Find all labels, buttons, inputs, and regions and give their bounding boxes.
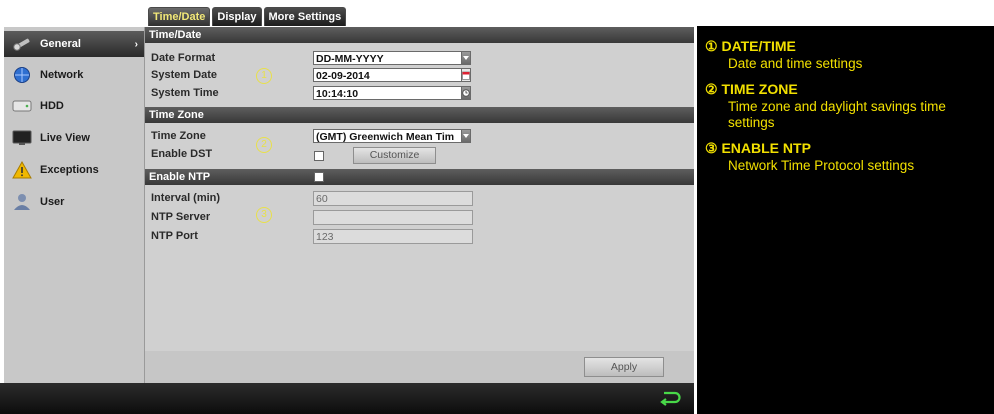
time-zone-select[interactable]: (GMT) Greenwich Mean Tim xyxy=(313,129,471,143)
section-header-time-date: Time/Date xyxy=(145,27,694,43)
customize-button[interactable]: Customize xyxy=(353,147,436,164)
enable-dst-checkbox[interactable] xyxy=(314,151,324,161)
tab-more-settings[interactable]: More Settings xyxy=(263,7,347,26)
legend-item-2-title: ② TIME ZONE xyxy=(705,81,798,97)
apply-button[interactable]: Apply xyxy=(584,357,664,377)
section-header-time-zone: Time Zone xyxy=(145,107,694,123)
time-zone-label: Time Zone xyxy=(151,130,206,142)
section-header-enable-ntp: Enable NTP xyxy=(145,169,694,185)
chevron-right-icon: › xyxy=(134,38,138,50)
wrench-icon xyxy=(12,35,32,53)
sidebar-item-user[interactable]: User xyxy=(4,189,144,215)
clock-icon[interactable] xyxy=(461,86,471,100)
sidebar-item-label: HDD xyxy=(40,100,64,112)
legend-item-3-desc: Network Time Protocol settings xyxy=(728,158,915,173)
sidebar-item-network[interactable]: Network xyxy=(4,62,144,88)
sidebar-item-hdd[interactable]: HDD xyxy=(4,93,144,119)
sidebar-item-exceptions[interactable]: Exceptions xyxy=(4,157,144,183)
settings-panel: Time/Date Date Format DD-MM-YYYY 1 Syste… xyxy=(145,27,694,383)
date-format-label: Date Format xyxy=(151,52,216,64)
chevron-down-icon[interactable] xyxy=(461,129,471,143)
ntp-port-field[interactable]: 123 xyxy=(313,229,473,244)
dvr-settings-window: Time/Date Display More Settings General … xyxy=(0,0,694,414)
system-date-label: System Date xyxy=(151,69,218,81)
interval-field[interactable]: 60 xyxy=(313,191,473,206)
tab-time-date[interactable]: Time/Date xyxy=(148,7,211,26)
system-date-field[interactable]: 02-09-2014 xyxy=(313,68,471,82)
tab-display[interactable]: Display xyxy=(212,7,262,26)
legend-item-1-desc: Date and time settings xyxy=(728,56,863,71)
ntp-server-label: NTP Server xyxy=(151,211,211,223)
button-bar: Apply xyxy=(145,351,694,383)
sidebar-item-label: User xyxy=(40,196,65,208)
legend-item-3-title: ③ ENABLE NTP xyxy=(705,140,811,156)
user-icon xyxy=(12,193,32,211)
sidebar-item-label: Network xyxy=(40,69,84,81)
status-bar xyxy=(0,383,694,414)
callout-marker-3: 3 xyxy=(256,207,272,223)
date-format-select[interactable]: DD-MM-YYYY xyxy=(313,51,471,65)
sidebar-item-label: General xyxy=(40,38,81,50)
legend-panel: ① DATE/TIME Date and time settings ② TIM… xyxy=(697,26,994,414)
sidebar-item-general[interactable]: General › xyxy=(4,31,144,57)
ntp-port-label: NTP Port xyxy=(151,230,198,242)
sidebar: General › Network HDD Live View Exceptio… xyxy=(4,27,145,383)
globe-icon xyxy=(12,66,32,84)
return-icon[interactable] xyxy=(658,389,682,412)
chevron-down-icon[interactable] xyxy=(461,51,471,65)
ntp-server-field[interactable] xyxy=(313,210,473,225)
tab-bar: Time/Date Display More Settings xyxy=(148,6,348,26)
interval-label: Interval (min) xyxy=(151,192,221,204)
warning-icon xyxy=(12,161,32,179)
sidebar-item-label: Exceptions xyxy=(40,164,99,176)
enable-dst-label: Enable DST xyxy=(151,148,213,160)
calendar-icon[interactable] xyxy=(461,68,471,82)
system-time-field[interactable]: 10:14:10 xyxy=(313,86,471,100)
system-time-label: System Time xyxy=(151,87,219,99)
legend-item-2-desc: Time zone and daylight savings time sett… xyxy=(728,99,946,130)
monitor-icon xyxy=(12,129,32,147)
enable-ntp-checkbox[interactable] xyxy=(314,172,324,182)
callout-marker-1: 1 xyxy=(256,68,272,84)
legend-item-1-title: ① DATE/TIME xyxy=(705,38,796,54)
sidebar-item-live-view[interactable]: Live View xyxy=(4,125,144,151)
callout-marker-2: 2 xyxy=(256,137,272,153)
sidebar-item-label: Live View xyxy=(40,132,90,144)
hdd-icon xyxy=(12,97,32,115)
